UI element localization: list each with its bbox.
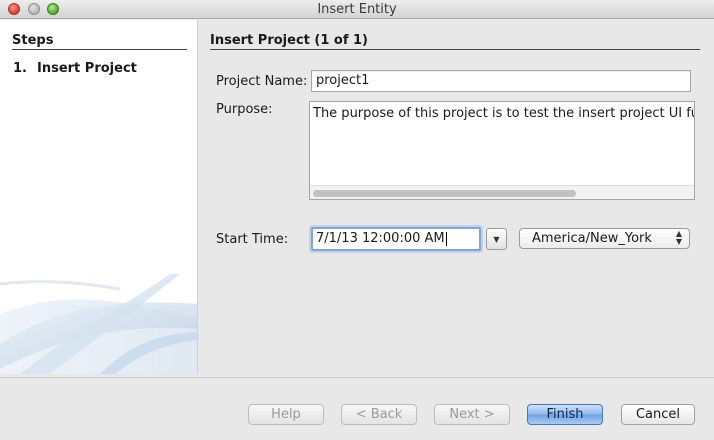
project-name-input[interactable]: project1 bbox=[311, 70, 691, 92]
purpose-label: Purpose: bbox=[216, 102, 273, 117]
timezone-select[interactable]: America/New_York ▲ ▼ bbox=[519, 228, 690, 249]
finish-button[interactable]: Finish bbox=[527, 404, 603, 425]
decorative-swoosh-image bbox=[0, 274, 197, 374]
footer-divider bbox=[0, 377, 714, 378]
start-time-value: 7/1/13 12:00:00 AM bbox=[316, 231, 445, 246]
step-label: Insert Project bbox=[37, 61, 137, 76]
scrollbar-thumb[interactable] bbox=[313, 190, 576, 197]
title-bar: Insert Entity bbox=[0, 0, 714, 19]
minimize-icon[interactable] bbox=[28, 3, 40, 15]
back-button[interactable]: < Back bbox=[341, 404, 417, 425]
steps-panel: Steps 1. Insert Project bbox=[0, 20, 198, 374]
horizontal-scrollbar[interactable] bbox=[310, 185, 694, 199]
timezone-value: America/New_York bbox=[532, 231, 652, 246]
dialog-window: Insert Entity Steps 1. Insert Project In… bbox=[0, 0, 714, 440]
start-time-label: Start Time: bbox=[216, 232, 289, 247]
maximize-icon[interactable] bbox=[47, 3, 59, 15]
step-number: 1. bbox=[13, 61, 27, 76]
chevron-down-icon: ▼ bbox=[493, 235, 500, 244]
form-panel: Insert Project (1 of 1) Project Name: pr… bbox=[199, 20, 714, 374]
section-title: Insert Project (1 of 1) bbox=[210, 33, 700, 50]
start-time-input[interactable]: 7/1/13 12:00:00 AM bbox=[311, 227, 481, 251]
help-button[interactable]: Help bbox=[248, 404, 324, 425]
cancel-button[interactable]: Cancel bbox=[621, 404, 695, 425]
updown-arrows-icon: ▲ ▼ bbox=[675, 229, 683, 246]
project-name-label: Project Name: bbox=[216, 74, 308, 89]
window-title: Insert Entity bbox=[317, 2, 397, 17]
steps-header: Steps bbox=[12, 33, 187, 50]
date-picker-button[interactable]: ▼ bbox=[486, 228, 507, 250]
close-icon[interactable] bbox=[8, 3, 20, 15]
step-item-insert-project: 1. Insert Project bbox=[13, 61, 137, 76]
purpose-text: The purpose of this project is to test t… bbox=[313, 106, 695, 121]
purpose-textarea[interactable]: The purpose of this project is to test t… bbox=[309, 101, 695, 200]
text-caret bbox=[445, 231, 447, 246]
next-button[interactable]: Next > bbox=[434, 404, 510, 425]
